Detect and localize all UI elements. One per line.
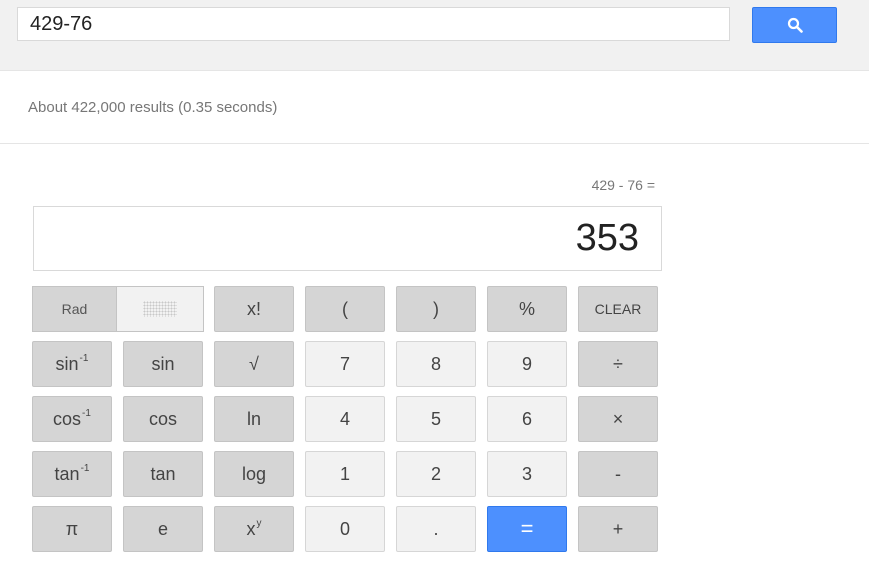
calculator-result: 353 bbox=[575, 217, 639, 259]
calculator-display: 353 bbox=[33, 206, 662, 271]
multiply-button[interactable]: × bbox=[578, 396, 658, 442]
rad-button[interactable]: Rad bbox=[33, 287, 117, 331]
calculator-expression: 429 - 76 = bbox=[591, 177, 655, 193]
digit-1-button[interactable]: 1 bbox=[305, 451, 385, 497]
cos-button[interactable]: cos bbox=[123, 396, 203, 442]
divider bbox=[0, 143, 869, 144]
angle-mode-toggle[interactable]: Rad bbox=[32, 286, 204, 332]
deg-button[interactable] bbox=[117, 287, 203, 331]
digit-9-button[interactable]: 9 bbox=[487, 341, 567, 387]
digit-6-button[interactable]: 6 bbox=[487, 396, 567, 442]
digit-3-button[interactable]: 3 bbox=[487, 451, 567, 497]
tan-button[interactable]: tan bbox=[123, 451, 203, 497]
open-paren-button[interactable]: ( bbox=[305, 286, 385, 332]
clear-button[interactable]: CLEAR bbox=[578, 286, 658, 332]
search-icon bbox=[787, 17, 803, 33]
power-button[interactable]: xy bbox=[214, 506, 294, 552]
digit-2-button[interactable]: 2 bbox=[396, 451, 476, 497]
factorial-button[interactable]: x! bbox=[214, 286, 294, 332]
power-label: x bbox=[246, 518, 256, 539]
digit-5-button[interactable]: 5 bbox=[396, 396, 476, 442]
sin-button[interactable]: sin bbox=[123, 341, 203, 387]
minus-button[interactable]: - bbox=[578, 451, 658, 497]
sqrt-button[interactable]: √ bbox=[214, 341, 294, 387]
deg-placeholder bbox=[143, 301, 177, 317]
decimal-button[interactable]: . bbox=[396, 506, 476, 552]
arctan-button[interactable]: tan -1 bbox=[32, 451, 112, 497]
close-paren-button[interactable]: ) bbox=[396, 286, 476, 332]
percent-button[interactable]: % bbox=[487, 286, 567, 332]
digit-4-button[interactable]: 4 bbox=[305, 396, 385, 442]
ln-button[interactable]: ln bbox=[214, 396, 294, 442]
digit-7-button[interactable]: 7 bbox=[305, 341, 385, 387]
equals-button[interactable]: = bbox=[487, 506, 567, 552]
e-button[interactable]: e bbox=[123, 506, 203, 552]
plus-button[interactable]: + bbox=[578, 506, 658, 552]
inverse-superscript: -1 bbox=[79, 352, 89, 364]
arccos-button[interactable]: cos -1 bbox=[32, 396, 112, 442]
arcsin-label: sin bbox=[55, 353, 79, 374]
search-header bbox=[0, 0, 869, 71]
result-stats: About 422,000 results (0.35 seconds) bbox=[28, 99, 278, 116]
arctan-label: tan bbox=[54, 463, 80, 484]
power-superscript: y bbox=[256, 517, 262, 529]
search-button[interactable] bbox=[752, 7, 837, 43]
search-input[interactable] bbox=[17, 7, 730, 41]
digit-0-button[interactable]: 0 bbox=[305, 506, 385, 552]
pi-button[interactable]: π bbox=[32, 506, 112, 552]
divide-button[interactable]: ÷ bbox=[578, 341, 658, 387]
log-button[interactable]: log bbox=[214, 451, 294, 497]
inverse-superscript: -1 bbox=[82, 407, 91, 419]
arcsin-button[interactable]: sin -1 bbox=[32, 341, 112, 387]
inverse-superscript: -1 bbox=[80, 462, 90, 474]
arccos-label: cos bbox=[53, 408, 82, 429]
digit-8-button[interactable]: 8 bbox=[396, 341, 476, 387]
